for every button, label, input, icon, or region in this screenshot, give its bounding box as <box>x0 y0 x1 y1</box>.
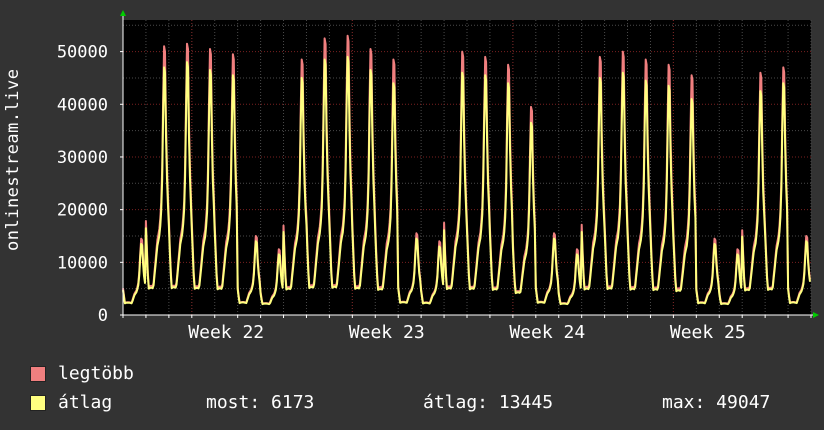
stat-average: átlag: 13445 <box>423 392 554 413</box>
x-axis-tick-labels: Week 22 Week 23 Week 24 Week 25 <box>188 322 745 343</box>
x-tick-label: Week 24 <box>509 322 585 343</box>
y-axis-tick-labels: 0 10000 20000 30000 40000 50000 <box>57 43 108 326</box>
legend-swatch-max <box>30 366 46 382</box>
legend-swatch-avg <box>30 395 46 411</box>
legend-label-max: legtöbb <box>58 363 134 384</box>
y-tick-label: 30000 <box>57 148 108 168</box>
stat-current: most: 6173 <box>206 392 315 413</box>
y-tick-label: 40000 <box>57 95 108 115</box>
y-axis-label: onlinestream.live <box>3 68 23 252</box>
stat-maximum: max: 49047 <box>662 392 771 413</box>
y-tick-label: 20000 <box>57 201 108 221</box>
x-tick-label: Week 22 <box>188 322 264 343</box>
y-tick-label: 50000 <box>57 43 108 63</box>
legend-label-avg: átlag <box>58 392 113 413</box>
y-tick-label: 0 <box>98 306 108 326</box>
x-tick-label: Week 25 <box>670 322 746 343</box>
x-tick-label: Week 23 <box>349 322 425 343</box>
y-axis-arrow-icon <box>120 10 126 16</box>
x-axis-arrow-icon <box>813 312 819 318</box>
y-tick-label: 10000 <box>57 253 108 273</box>
